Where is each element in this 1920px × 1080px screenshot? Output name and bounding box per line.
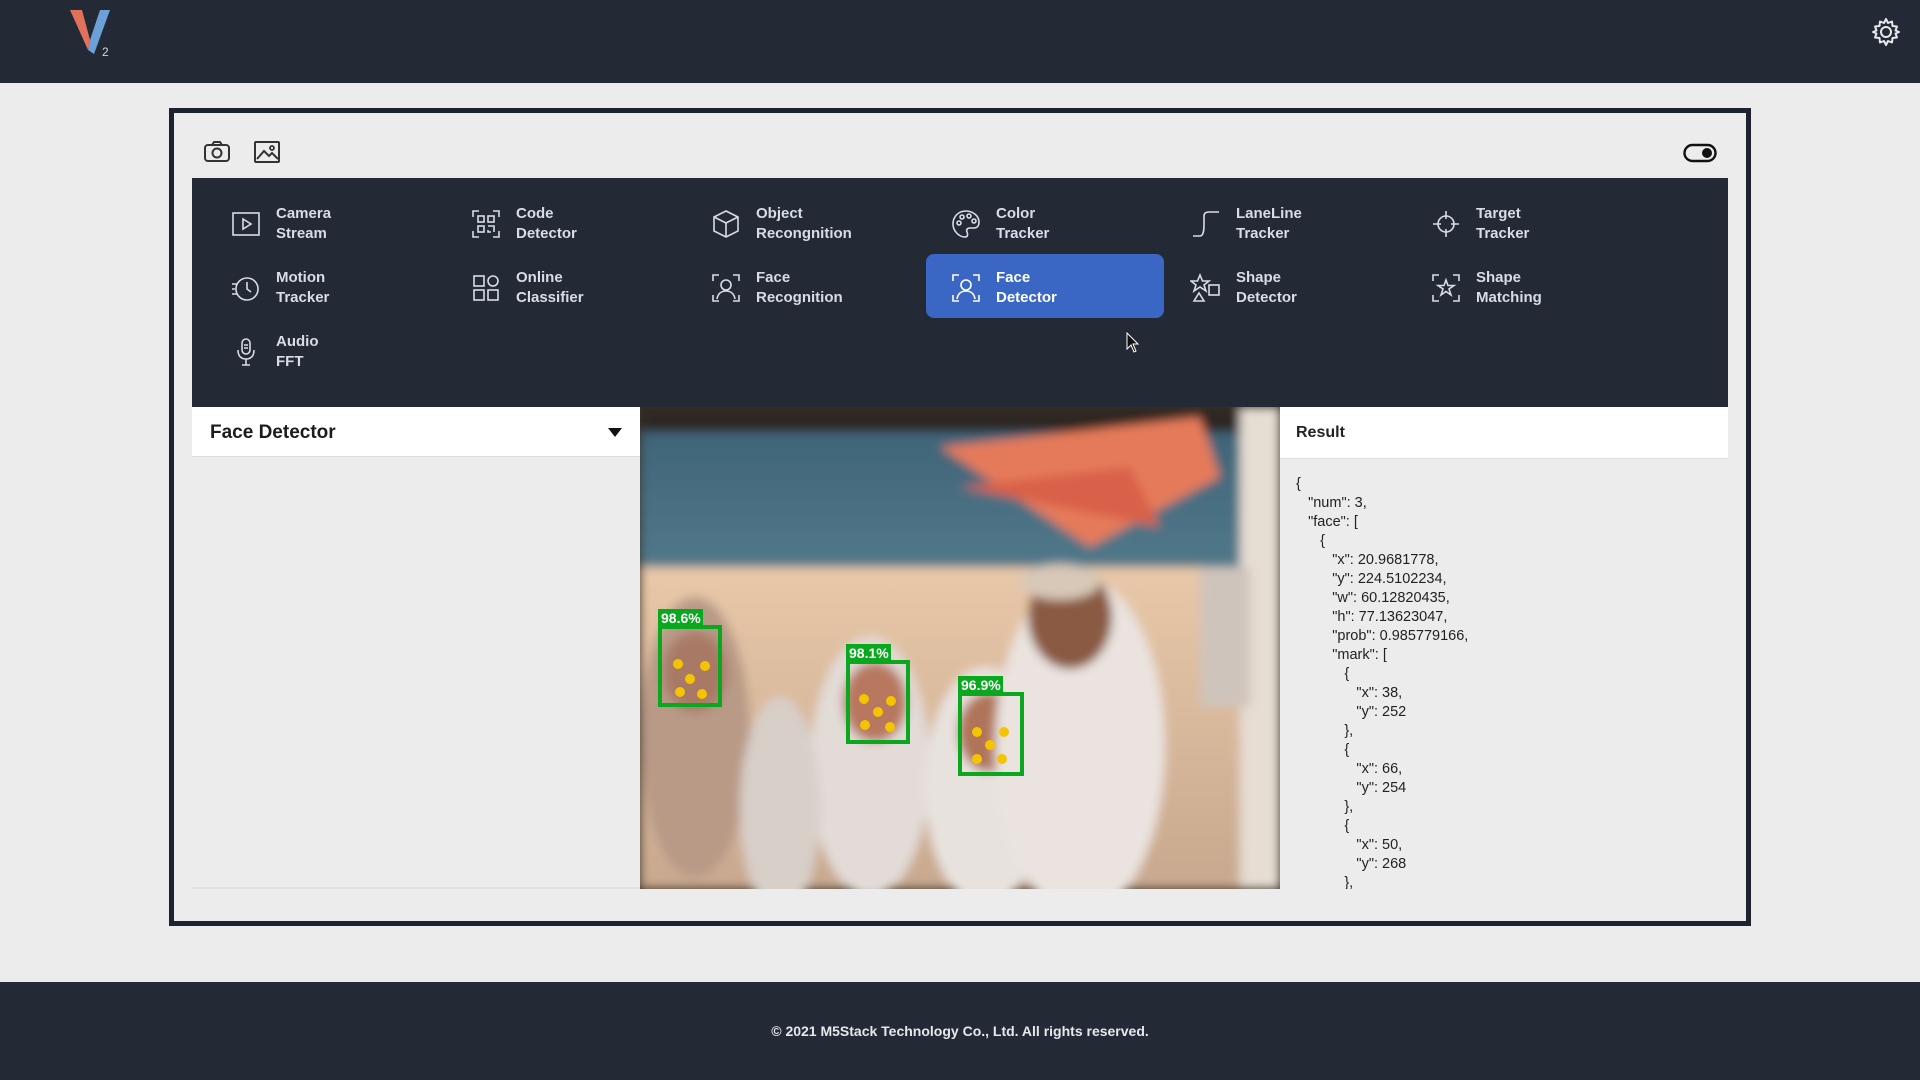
menu-item-motion-tracker[interactable]: Motion Tracker bbox=[206, 254, 444, 318]
top-bar: 2 bbox=[0, 0, 1920, 83]
function-select[interactable]: Face Detector bbox=[192, 407, 640, 457]
play-box-icon bbox=[232, 212, 260, 236]
menu-item-label: Face Detector bbox=[996, 269, 1057, 306]
image-icon[interactable] bbox=[252, 137, 282, 167]
copyright-text: © 2021 M5Stack Technology Co., Ltd. All … bbox=[771, 1023, 1149, 1039]
footer: © 2021 M5Stack Technology Co., Ltd. All … bbox=[0, 982, 1920, 1080]
menu-item-label: Camera Stream bbox=[276, 205, 332, 242]
camera-icon[interactable] bbox=[202, 137, 232, 167]
menu-item-label: Shape Detector bbox=[1236, 269, 1297, 306]
grid-icon bbox=[473, 275, 499, 301]
menu-item-label: Target Tracker bbox=[1476, 205, 1530, 242]
menu-item-face-detector[interactable]: Face Detector bbox=[926, 254, 1164, 318]
microphone-icon bbox=[237, 338, 255, 366]
qr-code-icon bbox=[472, 210, 500, 238]
menu-item-label: Color Tracker bbox=[996, 205, 1050, 242]
cube-icon bbox=[713, 210, 739, 238]
menu-item-shape-detector[interactable]: Shape Detector bbox=[1166, 254, 1404, 318]
result-header: Result bbox=[1280, 407, 1728, 459]
detection-label: 98.6% bbox=[661, 610, 701, 626]
menu-item-label: Code Detector bbox=[516, 205, 577, 242]
camera-view: 98.6% 98.1% 96.9% bbox=[640, 407, 1280, 889]
menu-item-laneline-tracker[interactable]: LaneLine Tracker bbox=[1166, 190, 1404, 254]
menu-item-target-tracker[interactable]: Target Tracker bbox=[1406, 190, 1644, 254]
star-scan-icon bbox=[1432, 274, 1460, 302]
function-panel: Face Detector bbox=[192, 407, 640, 889]
menu-item-label: Shape Matching bbox=[1476, 269, 1542, 306]
logo-subscript: 2 bbox=[102, 45, 109, 59]
menu-item-label: Face Recognition bbox=[756, 269, 843, 306]
lane-line-icon bbox=[1193, 211, 1219, 237]
result-panel: Result { "num": 3, "face": [ { "x": 20.9… bbox=[1280, 407, 1728, 889]
toggle-switch-icon[interactable] bbox=[1683, 142, 1717, 164]
function-panel-title: Face Detector bbox=[210, 422, 336, 443]
menu-item-label: Online Classifier bbox=[516, 269, 584, 306]
menu-item-label: Audio FFT bbox=[276, 333, 319, 370]
detection-label: 98.1% bbox=[849, 645, 889, 661]
menu-item-color-tracker[interactable]: Color Tracker bbox=[926, 190, 1164, 254]
menu-item-audio-fft[interactable]: Audio FFT bbox=[206, 318, 444, 382]
menu-item-label: Motion Tracker bbox=[276, 269, 330, 306]
crosshair-icon bbox=[1433, 211, 1459, 237]
result-title: Result bbox=[1296, 424, 1345, 441]
caret-down-icon bbox=[608, 428, 622, 437]
function-menu: Camera Stream Code Detector Object Recongni… bbox=[192, 178, 1728, 407]
shapes-icon bbox=[1190, 272, 1220, 302]
menu-item-label: Object Recongnition bbox=[756, 205, 852, 242]
menu-item-camera-stream[interactable]: Camera Stream bbox=[206, 190, 444, 254]
menu-item-online-classifier[interactable]: Online Classifier bbox=[446, 254, 684, 318]
palette-icon bbox=[952, 210, 980, 238]
menu-item-label: LaneLine Tracker bbox=[1236, 205, 1302, 242]
mouse-cursor-icon bbox=[1126, 332, 1140, 353]
menu-item-shape-matching[interactable]: Shape Matching bbox=[1406, 254, 1644, 318]
menu-item-code-detector[interactable]: Code Detector bbox=[446, 190, 684, 254]
motion-icon bbox=[232, 277, 259, 301]
result-json-output: { "num": 3, "face": [ { "x": 20.9681778,… bbox=[1296, 476, 1469, 889]
face-scan-icon bbox=[712, 274, 740, 302]
menu-item-face-recognition[interactable]: Face Recognition bbox=[686, 254, 924, 318]
app-logo[interactable]: 2 bbox=[68, 4, 116, 60]
gear-icon[interactable] bbox=[1870, 16, 1902, 48]
menu-item-object-recognition[interactable]: Object Recongnition bbox=[686, 190, 924, 254]
detection-label: 96.9% bbox=[961, 677, 1001, 693]
face-scan-icon bbox=[952, 274, 980, 302]
